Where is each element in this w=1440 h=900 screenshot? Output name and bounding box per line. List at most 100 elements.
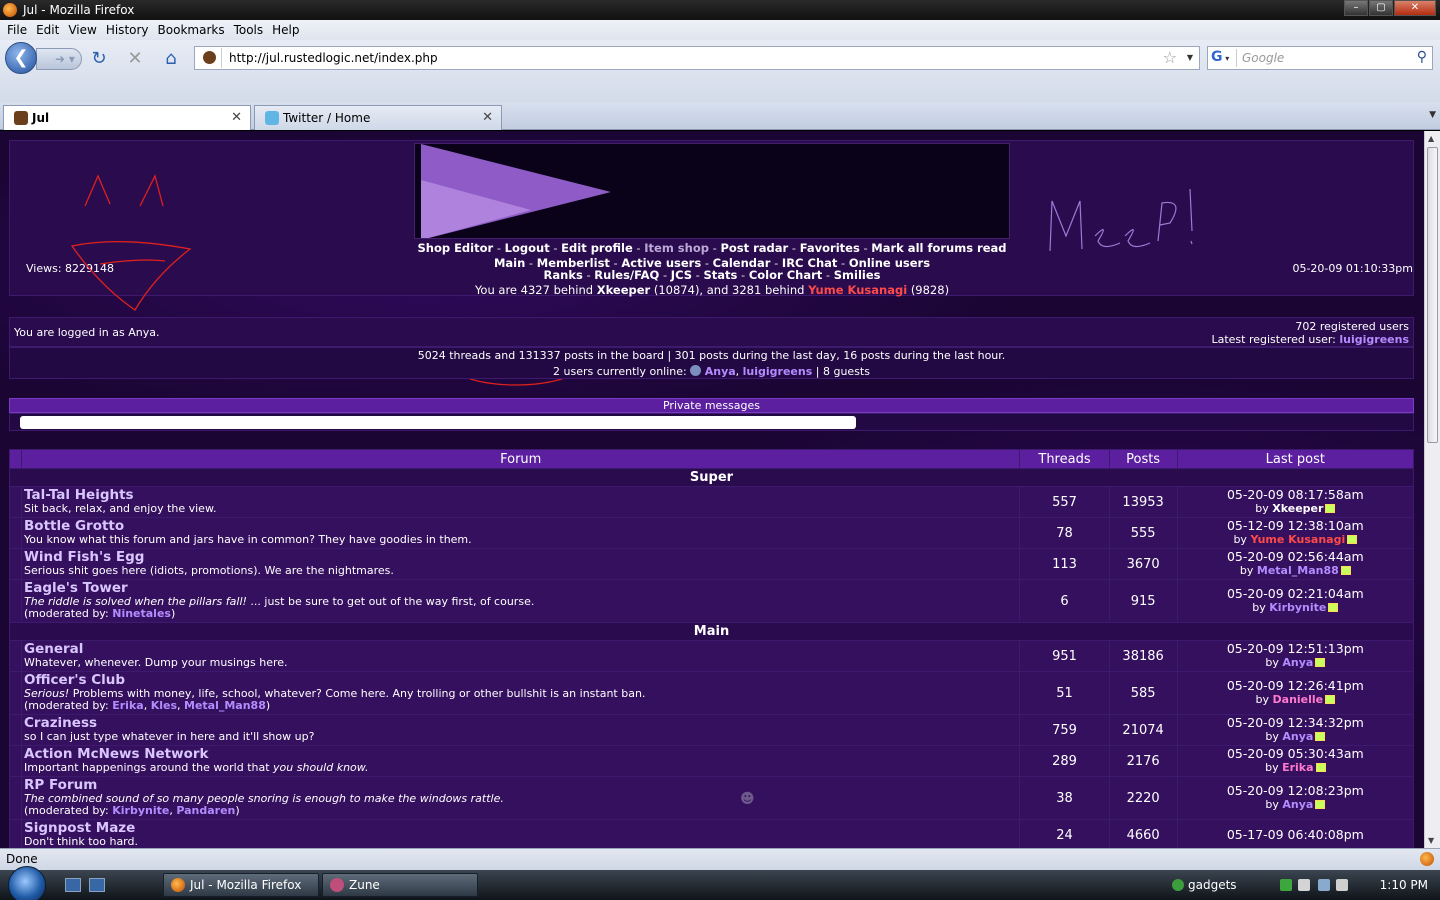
online-user-luigigreens[interactable]: luigigreens (743, 365, 813, 378)
go-to-last-post-icon[interactable] (1315, 763, 1326, 772)
forum-name-link[interactable]: Wind Fish's Egg (24, 550, 1017, 565)
show-desktop-icon[interactable] (65, 878, 81, 892)
forum-name-link[interactable]: Signpost Maze (24, 821, 1017, 836)
moderator-link[interactable]: Metal_Man88 (184, 699, 266, 712)
link-smilies[interactable]: Smilies (834, 268, 881, 282)
maximize-button[interactable]: ▢ (1369, 0, 1393, 16)
gadgets-icon[interactable] (1172, 879, 1184, 891)
tab-close-icon[interactable]: ✕ (231, 106, 242, 130)
tray-display-icon[interactable] (1318, 879, 1330, 891)
moderator-link[interactable]: Pandaren (176, 804, 235, 817)
moderator-link[interactable]: Kirbynite (112, 804, 169, 817)
minimize-button[interactable]: – (1344, 0, 1368, 16)
site-identity-icon[interactable] (198, 48, 222, 68)
go-to-last-post-icon[interactable] (1347, 535, 1358, 544)
go-to-last-post-icon[interactable] (1315, 732, 1326, 741)
forum-name-link[interactable]: RP Forum (24, 778, 1017, 793)
rank-user-yume[interactable]: Yume Kusanagi (808, 283, 907, 297)
last-post-user-link[interactable]: Yume Kusanagi (1250, 533, 1345, 546)
scroll-down-icon[interactable]: ▼ (1428, 836, 1434, 845)
post-count: 13953 (1108, 486, 1178, 518)
back-button[interactable]: ❮ (5, 42, 37, 74)
start-button[interactable] (8, 866, 46, 900)
link-mark-all-read[interactable]: Mark all forums read (871, 241, 1006, 255)
link-stats[interactable]: Stats (703, 268, 737, 282)
link-ranks[interactable]: Ranks (544, 268, 583, 282)
forum-name-link[interactable]: Craziness (24, 716, 1017, 731)
go-to-last-post-icon[interactable] (1315, 658, 1326, 667)
url-bar[interactable]: http://jul.rustedlogic.net/index.php ☆ ▼ (194, 46, 1200, 70)
taskbar-firefox-button[interactable]: Jul - Mozilla Firefox (163, 873, 319, 897)
go-to-last-post-icon[interactable] (1315, 800, 1326, 809)
link-color-chart[interactable]: Color Chart (749, 268, 822, 282)
tray-volume-icon[interactable] (1336, 879, 1348, 891)
bookmark-star-icon[interactable]: ☆ (1163, 48, 1177, 67)
go-to-last-post-icon[interactable] (1325, 504, 1336, 513)
forward-button[interactable]: ➜ ▾ (36, 48, 82, 70)
vertical-scrollbar[interactable]: ▲ ▼ (1424, 131, 1440, 848)
forum-name-link[interactable]: Tal-Tal Heights (24, 488, 1017, 503)
reload-button[interactable]: ↻ (88, 48, 110, 70)
tab-close-icon[interactable]: ✕ (482, 106, 493, 130)
moderator-link[interactable]: Kles (151, 699, 177, 712)
url-dropdown-icon[interactable]: ▼ (1187, 53, 1193, 62)
search-bar[interactable]: G ▾ Google ⚲ (1207, 46, 1433, 70)
go-to-last-post-icon[interactable] (1325, 695, 1336, 704)
url-text[interactable]: http://jul.rustedlogic.net/index.php (229, 51, 438, 65)
close-button[interactable]: ✕ (1394, 0, 1436, 16)
last-post-user-link[interactable]: Anya (1282, 730, 1313, 743)
last-post-user-link[interactable]: Anya (1282, 798, 1313, 811)
menu-history[interactable]: History (106, 23, 149, 37)
go-to-last-post-icon[interactable] (1340, 566, 1351, 575)
forum-name-link[interactable]: Officer's Club (24, 673, 1017, 688)
last-post-user-link[interactable]: Metal_Man88 (1257, 564, 1339, 577)
menu-file[interactable]: File (7, 23, 27, 37)
scrollbar-thumb[interactable] (1427, 147, 1438, 443)
tab-twitter[interactable]: Twitter / Home ✕ (254, 105, 502, 130)
search-placeholder[interactable]: Google (1242, 51, 1284, 65)
gadgets-label[interactable]: gadgets (1188, 878, 1237, 892)
board-banner[interactable] (414, 143, 1010, 239)
link-shop-editor[interactable]: Shop Editor (417, 241, 493, 255)
menu-edit[interactable]: Edit (36, 23, 59, 37)
menu-view[interactable]: View (68, 23, 96, 37)
online-user-anya[interactable]: Anya (705, 365, 736, 378)
home-button[interactable]: ⌂ (160, 48, 182, 70)
forum-name-link[interactable]: Action McNews Network (24, 747, 1017, 762)
rank-user-xkeeper[interactable]: Xkeeper (597, 283, 651, 297)
menu-help[interactable]: Help (272, 23, 299, 37)
go-to-last-post-icon[interactable] (1328, 603, 1339, 612)
moderator-link[interactable]: Ninetales (112, 607, 171, 620)
link-rules-faq[interactable]: Rules/FAQ (594, 268, 659, 282)
forum-name-link[interactable]: General (24, 642, 1017, 657)
scroll-up-icon[interactable]: ▲ (1428, 134, 1434, 143)
tray-app-icon[interactable] (1298, 879, 1310, 891)
clock[interactable]: 1:10 PM (1380, 878, 1428, 892)
taskbar-zune-button[interactable]: Zune (322, 873, 478, 897)
moderator-link[interactable]: Erika (112, 699, 143, 712)
link-post-radar[interactable]: Post radar (720, 241, 788, 255)
link-favorites[interactable]: Favorites (800, 241, 860, 255)
link-logout[interactable]: Logout (505, 241, 550, 255)
private-messages-header[interactable]: Private messages (9, 398, 1414, 413)
last-post-user-link[interactable]: Kirbynite (1269, 601, 1326, 614)
forum-name-link[interactable]: Eagle's Tower (24, 581, 1017, 596)
last-post-user-link[interactable]: Erika (1282, 761, 1313, 774)
latest-user-link[interactable]: luigigreens (1339, 333, 1409, 346)
tab-jul[interactable]: Jul ✕ (3, 105, 251, 130)
tab-list-icon[interactable]: ▼ (1429, 110, 1436, 120)
last-post-user-link[interactable]: Danielle (1273, 693, 1324, 706)
link-jcs[interactable]: JCS (671, 268, 692, 282)
search-icon[interactable]: ⚲ (1417, 49, 1427, 65)
search-engine-icon[interactable]: G ▾ (1211, 49, 1237, 67)
menu-bookmarks[interactable]: Bookmarks (158, 23, 225, 37)
link-edit-profile[interactable]: Edit profile (561, 241, 633, 255)
link-item-shop[interactable]: Item shop (644, 241, 709, 255)
menu-tools[interactable]: Tools (234, 23, 264, 37)
last-post-user-link[interactable]: Anya (1282, 656, 1313, 669)
tray-network-icon[interactable] (1280, 879, 1292, 891)
switch-windows-icon[interactable] (89, 878, 105, 892)
forum-name-link[interactable]: Bottle Grotto (24, 519, 1017, 534)
last-post-user-link[interactable]: Xkeeper (1272, 502, 1323, 515)
stop-button[interactable]: ✕ (124, 48, 146, 70)
